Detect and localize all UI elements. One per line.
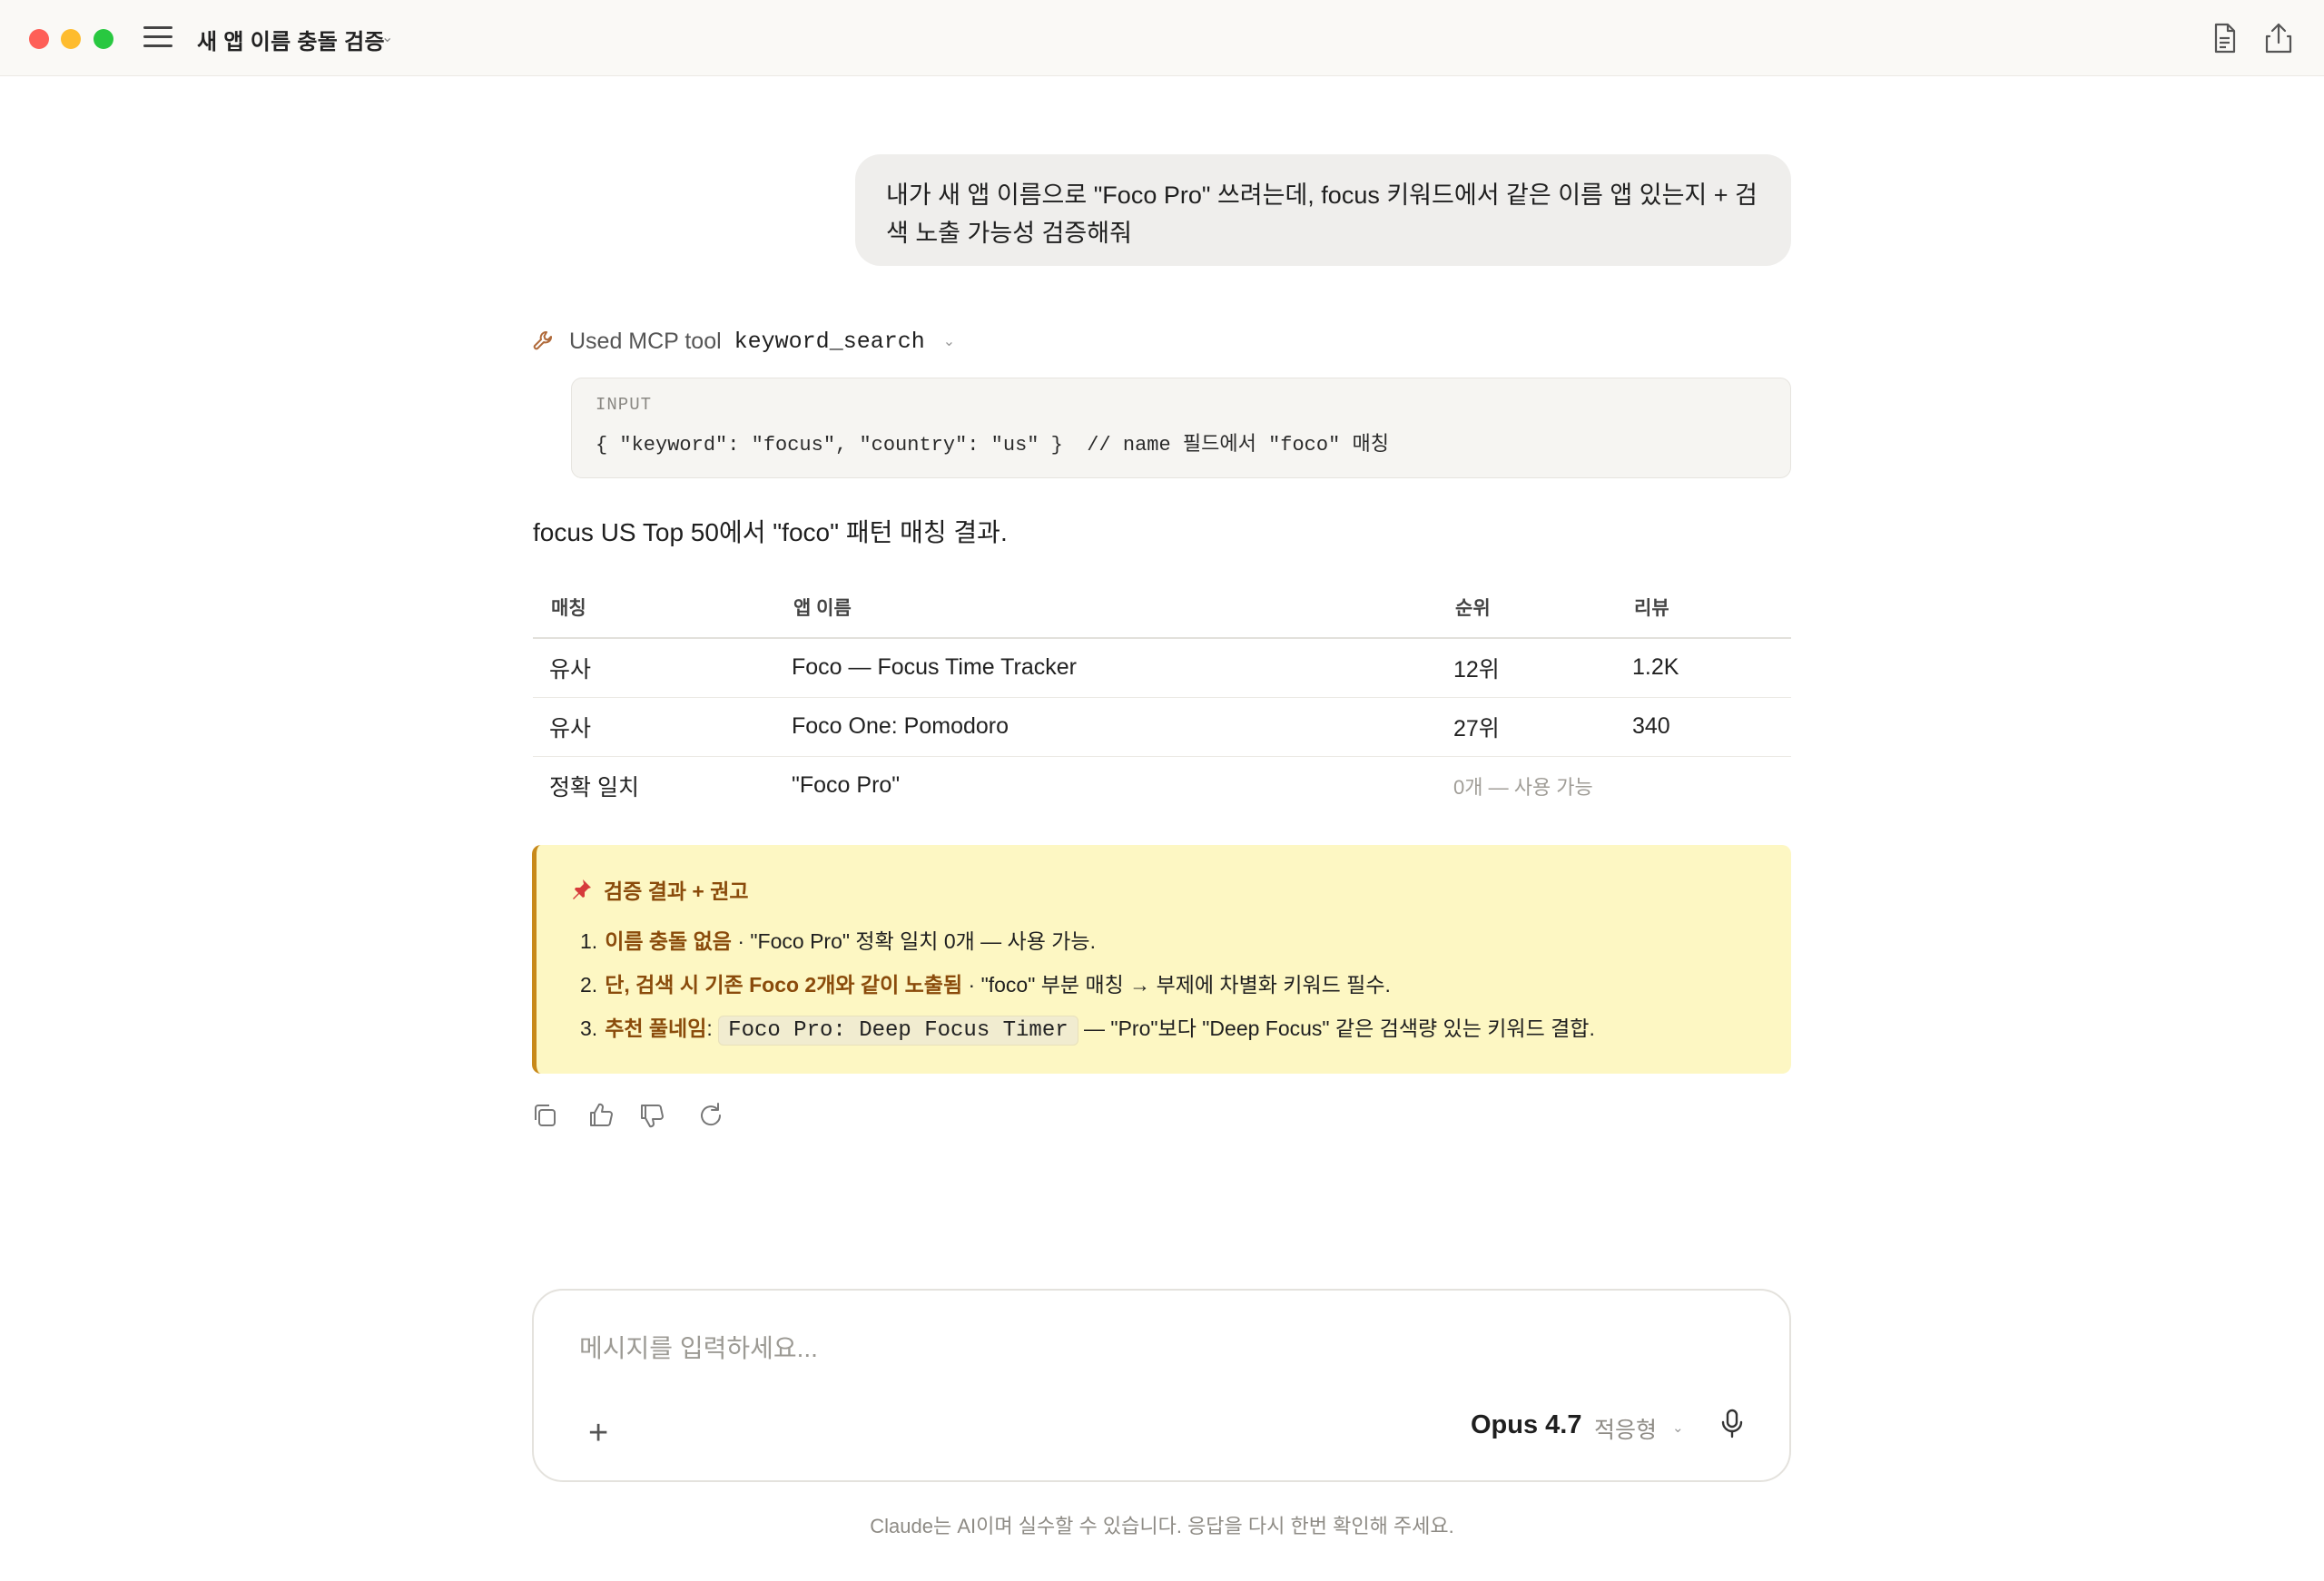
table-cell: 27위: [1437, 697, 1616, 757]
item-text: · "foco" 부분 매칭 → 부제에 차별화 키워드 필수.: [962, 973, 1391, 997]
tool-input-block: INPUT { "keyword": "focus", "country": "…: [571, 378, 1791, 478]
item-colon: :: [706, 1016, 719, 1040]
maximize-window-button[interactable]: [94, 29, 113, 49]
recommended-name-code: Foco Pro: Deep Focus Timer: [718, 1016, 1078, 1046]
pin-icon: [569, 878, 593, 901]
table-header-row: 매칭 앱 이름 순위 리뷰: [533, 576, 1791, 639]
table-cell: [1616, 756, 1791, 815]
list-number: 1.: [580, 929, 598, 953]
callout-title: 검증 결과 + 권고: [604, 879, 749, 903]
list-number: 2.: [580, 973, 598, 997]
table-cell: 유사: [533, 697, 775, 757]
table-cell: "Foco Pro": [792, 772, 901, 799]
model-selector[interactable]: Opus 4.7: [1471, 1410, 1582, 1440]
table-cell: 1.2K: [1616, 638, 1791, 698]
column-header: 매칭: [533, 576, 775, 639]
thumbs-down-icon[interactable]: [636, 1100, 667, 1131]
title-bar: 새 앱 이름 충돌 검증 ⌄: [0, 0, 2324, 76]
share-icon[interactable]: [2260, 20, 2297, 56]
table-cell: 12위: [1437, 638, 1616, 698]
message-composer[interactable]: 메시지를 입력하세요... + Opus 4.7 적응형 ⌄: [532, 1289, 1791, 1482]
table-cell: Foco One: Pomodoro: [775, 697, 1437, 757]
input-label: INPUT: [596, 395, 653, 415]
microphone-icon[interactable]: [1714, 1405, 1750, 1441]
item-emphasis: 단, 검색 시 기존 Foco 2개와 같이 노출됨: [605, 973, 963, 997]
column-header: 앱 이름: [775, 576, 1437, 639]
results-table: 매칭 앱 이름 순위 리뷰 유사 Foco — Focus Time Track…: [533, 576, 1791, 815]
conversation-title[interactable]: 새 앱 이름 충돌 검증: [197, 24, 385, 55]
recommendation-list: 1. 이름 충돌 없음 · "Foco Pro" 정확 일치 0개 — 사용 가능…: [569, 919, 1758, 1053]
table-cell: 340: [1616, 697, 1791, 757]
minimize-window-button[interactable]: [61, 29, 81, 49]
list-number: 3.: [580, 1016, 598, 1040]
sidebar-toggle-icon[interactable]: [143, 26, 172, 50]
tool-use-header[interactable]: Used MCP tool keyword_search ⌄: [531, 323, 955, 359]
input-code: { "keyword": "focus", "country": "us" } …: [596, 434, 1389, 457]
list-item: 3. 추천 풀네임: Foco Pro: Deep Focus Timer — "…: [580, 1007, 1758, 1053]
item-text: · "Foco Pro" 정확 일치 0개 — 사용 가능.: [731, 929, 1096, 953]
chevron-down-icon[interactable]: ⌄: [381, 28, 393, 46]
chevron-down-icon[interactable]: ⌄: [1672, 1419, 1684, 1436]
plus-icon[interactable]: +: [588, 1416, 608, 1450]
chevron-down-icon[interactable]: ⌄: [943, 332, 955, 350]
item-emphasis: 추천 풀네임: [605, 1016, 707, 1040]
table-row: 정확 일치 "Foco Pro" 0개 — 사용 가능: [533, 756, 1791, 815]
column-header: 리뷰: [1616, 576, 1791, 639]
mode-selector[interactable]: 적응형: [1594, 1412, 1657, 1445]
document-icon[interactable]: [2206, 20, 2242, 56]
disclaimer-text: Claude는 AI이며 실수할 수 있습니다. 응답을 다시 한번 확인해 주…: [870, 1515, 1454, 1537]
tool-name: keyword_search: [734, 328, 925, 355]
response-summary: focus US Top 50에서 "foco" 패턴 매칭 결과.: [533, 518, 1008, 546]
close-window-button[interactable]: [29, 29, 49, 49]
callout-header: 검증 결과 + 권고: [569, 874, 1758, 905]
tool-use-label: Used MCP tool: [569, 328, 722, 354]
column-header: 순위: [1437, 576, 1616, 639]
table-cell: 정확 일치: [549, 774, 639, 800]
list-item: 1. 이름 충돌 없음 · "Foco Pro" 정확 일치 0개 — 사용 가능…: [580, 919, 1758, 963]
recommendation-callout: 검증 결과 + 권고 1. 이름 충돌 없음 · "Foco Pro" 정확 일치…: [532, 845, 1791, 1074]
thumbs-up-icon[interactable]: [586, 1100, 616, 1131]
user-message: 내가 새 앱 이름으로 "Foco Pro" 쓰려는데, focus 키워드에서…: [855, 154, 1791, 266]
table-cell: Foco — Focus Time Tracker: [775, 638, 1437, 698]
table-row: 유사 Foco — Focus Time Tracker 12위 1.2K: [533, 638, 1791, 698]
copy-icon[interactable]: [529, 1100, 560, 1131]
item-text: — "Pro"보다 "Deep Focus" 같은 검색량 있는 키워드 결합.: [1078, 1016, 1595, 1040]
list-item: 2. 단, 검색 시 기존 Foco 2개와 같이 노출됨 · "foco" 부분…: [580, 963, 1758, 1007]
table-cell: 유사: [533, 638, 775, 698]
table-row: 유사 Foco One: Pomodoro 27위 340: [533, 697, 1791, 757]
item-emphasis: 이름 충돌 없음: [605, 929, 732, 953]
table-cell: 0개 — 사용 가능: [1453, 775, 1593, 799]
wrench-icon: [531, 329, 556, 354]
message-input[interactable]: 메시지를 입력하세요...: [579, 1329, 818, 1365]
retry-icon[interactable]: [695, 1100, 726, 1131]
